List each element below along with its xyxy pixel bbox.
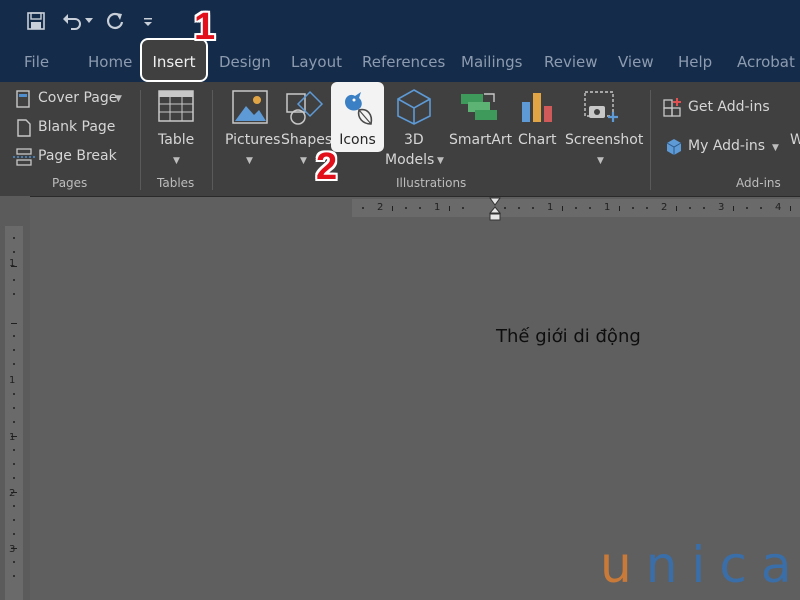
title-bar xyxy=(0,0,800,42)
customize-qat-icon[interactable] xyxy=(138,9,158,33)
cover-page-dropdown-icon[interactable]: ▼ xyxy=(115,94,122,104)
step-1-annotation: 1 xyxy=(194,6,216,48)
ribbon: Cover Page ▼ Blank Page Page Break Pages… xyxy=(0,82,800,197)
3d-models-line1[interactable]: 3D xyxy=(404,132,424,148)
undo-dropdown-icon[interactable] xyxy=(84,9,94,33)
unica-watermark: u n i c a xyxy=(600,536,800,594)
group-divider xyxy=(140,90,141,190)
ruler-ticks xyxy=(362,206,791,211)
vertical-ruler-ticks xyxy=(11,237,17,577)
screenshot-button[interactable]: Screenshot xyxy=(565,132,643,148)
cover-page-icon xyxy=(14,90,34,112)
pictures-icon xyxy=(232,90,268,128)
tab-references[interactable]: References xyxy=(362,42,445,82)
my-add-ins-icon xyxy=(664,137,684,161)
table-button[interactable]: Table xyxy=(158,132,194,148)
watermark-letter: u xyxy=(600,536,646,594)
icons-button-label: Icons xyxy=(339,132,376,148)
chart-icon xyxy=(519,90,555,128)
screenshot-dropdown-icon[interactable]: ▼ xyxy=(597,156,604,166)
icons-button[interactable]: Icons xyxy=(331,82,384,152)
vertical-ruler[interactable]: 1 1 1 2 3 xyxy=(0,196,30,600)
3d-models-dropdown-icon[interactable]: ▼ xyxy=(437,156,444,166)
shapes-dropdown-icon[interactable]: ▼ xyxy=(300,156,307,166)
document-text[interactable]: Thế giới di động xyxy=(496,326,641,347)
pictures-dropdown-icon[interactable]: ▼ xyxy=(246,156,253,166)
redo-icon[interactable] xyxy=(103,9,127,33)
tab-home[interactable]: Home xyxy=(88,42,132,82)
chart-button[interactable]: Chart xyxy=(518,132,556,148)
3d-models-button[interactable]: Models xyxy=(385,152,434,168)
my-add-ins-button[interactable]: My Add-ins xyxy=(688,138,765,154)
illustrations-group-label: Illustrations xyxy=(396,176,467,190)
tab-help[interactable]: Help xyxy=(678,42,712,82)
watermark-letter: n xyxy=(645,536,692,594)
tab-file[interactable]: File xyxy=(24,42,49,82)
watermark-letter: i xyxy=(691,536,720,594)
tab-acrobat[interactable]: Acrobat xyxy=(737,42,795,82)
icons-icon xyxy=(337,88,377,132)
group-divider xyxy=(212,90,213,190)
smartart-icon xyxy=(460,90,498,128)
ribbon-tab-bar: File Home Design Layout References Maili… xyxy=(0,42,800,82)
smartart-button[interactable]: SmartArt xyxy=(449,132,512,148)
get-add-ins-button[interactable]: Get Add-ins xyxy=(688,99,770,115)
wikipedia-button-partial[interactable]: W xyxy=(790,132,800,148)
tables-group-label: Tables xyxy=(157,176,195,190)
watermark-letter: c xyxy=(719,536,761,594)
get-add-ins-icon xyxy=(662,96,684,122)
screenshot-icon xyxy=(583,90,621,128)
blank-page-button[interactable]: Blank Page xyxy=(38,119,115,135)
page-break-icon xyxy=(12,148,36,170)
step-2-annotation: 2 xyxy=(316,146,338,188)
horizontal-ruler[interactable]: 2 1 1 1 2 3 4 xyxy=(352,197,800,221)
group-divider xyxy=(650,90,651,190)
page-break-button[interactable]: Page Break xyxy=(38,148,117,164)
table-dropdown-icon[interactable]: ▼ xyxy=(173,156,180,166)
undo-icon[interactable] xyxy=(60,9,84,33)
tab-mailings[interactable]: Mailings xyxy=(461,42,522,82)
tab-review[interactable]: Review xyxy=(544,42,598,82)
table-icon xyxy=(158,90,194,126)
cover-page-button[interactable]: Cover Page xyxy=(38,90,117,106)
shapes-icon xyxy=(284,88,326,130)
watermark-letter: a xyxy=(760,536,800,594)
my-add-ins-dropdown-icon[interactable]: ▼ xyxy=(772,143,779,153)
tab-design[interactable]: Design xyxy=(219,42,271,82)
pages-group-label: Pages xyxy=(52,176,88,190)
add-ins-group-label: Add-ins xyxy=(736,176,781,190)
blank-page-icon xyxy=(14,119,34,141)
tab-layout[interactable]: Layout xyxy=(291,42,342,82)
save-icon[interactable] xyxy=(24,9,48,33)
tab-view[interactable]: View xyxy=(618,42,654,82)
indent-marker-icon[interactable] xyxy=(488,197,502,225)
3d-models-icon xyxy=(396,88,432,130)
pictures-button[interactable]: Pictures xyxy=(225,132,280,148)
